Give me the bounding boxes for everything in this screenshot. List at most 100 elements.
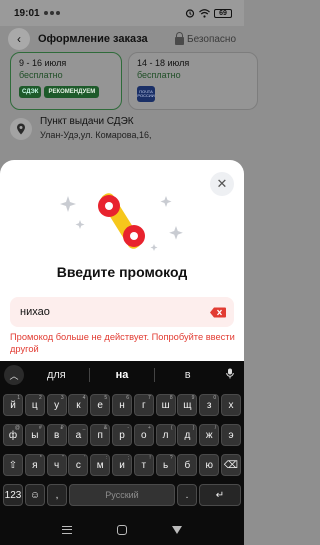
app-header: ‹ Оформление заказа Безопасно <box>0 26 244 52</box>
status-bar: 19:01 69 <box>0 0 244 26</box>
key-hint: @ <box>14 425 20 431</box>
symbols-key[interactable]: 123 <box>3 484 23 506</box>
key-hint: _ <box>82 425 86 431</box>
key[interactable]: е5 <box>90 394 111 416</box>
key[interactable]: л( <box>155 424 176 446</box>
key[interactable]: п & <box>90 424 111 446</box>
back-triangle-icon[interactable] <box>171 526 182 534</box>
microphone-icon[interactable] <box>220 368 240 382</box>
key[interactable]: ф @ <box>3 424 23 446</box>
key-label: е <box>97 399 103 411</box>
key[interactable]: в ₽ <box>46 424 67 446</box>
pickup-title: Пункт выдачи СДЭК <box>40 116 134 127</box>
wifi-icon <box>199 8 210 18</box>
promo-code-sheet: ✕ Введите промокод нихао Промокод больше… <box>0 160 244 361</box>
key-hint: 0 <box>213 395 217 401</box>
key[interactable]: и; <box>112 454 132 476</box>
period-key[interactable]: . <box>177 484 197 506</box>
key[interactable]: н6 <box>112 394 132 416</box>
suggestion-item[interactable]: в <box>155 369 220 381</box>
key-hint: : <box>105 455 108 461</box>
comma-key[interactable]: , <box>47 484 67 506</box>
key[interactable]: б <box>177 454 198 476</box>
back-button[interactable]: ‹ <box>8 28 30 50</box>
suggestion-item[interactable]: для <box>24 369 89 381</box>
map-pin-icon <box>10 118 32 140</box>
key-label: ы <box>31 429 39 441</box>
key-hint: 4 <box>82 395 86 401</box>
key[interactable]: д) <box>177 424 198 446</box>
chevron-up-icon[interactable]: ︿ <box>4 365 24 385</box>
key[interactable]: х <box>221 394 241 416</box>
key[interactable]: м: <box>90 454 111 476</box>
delivery-price: бесплатно <box>19 70 63 80</box>
clear-input-icon[interactable] <box>210 307 226 318</box>
key[interactable]: ю <box>199 454 220 476</box>
on-screen-keyboard: ︿ для на в 123 ☺ , Русский . ↵ й1ц2у3к4е… <box>0 361 244 515</box>
key-label: п <box>97 429 103 441</box>
key[interactable]: й1 <box>3 394 23 416</box>
key-label: щ <box>183 399 192 411</box>
key-hint: ( <box>170 425 173 431</box>
key[interactable]: о + <box>133 424 154 446</box>
key-hint: ' <box>84 455 86 461</box>
key[interactable]: т! <box>133 454 154 476</box>
key-hint: 6 <box>126 395 129 401</box>
key[interactable]: ч " <box>46 454 67 476</box>
key[interactable]: у3 <box>46 394 67 416</box>
promo-code-input[interactable]: нихао <box>10 297 234 327</box>
recent-apps-icon[interactable] <box>62 526 73 534</box>
key-hint: & <box>103 425 108 431</box>
pickup-point[interactable]: Пункт выдачи СДЭК Улан-Удэ,ул. Комарова,… <box>10 116 244 158</box>
recommended-badge: РЕКОМЕНДУЕМ <box>44 86 100 98</box>
key-label: л <box>162 429 169 441</box>
key-hint: ) <box>192 425 195 431</box>
key[interactable]: ш8 <box>155 394 176 416</box>
home-icon[interactable] <box>116 525 127 535</box>
key[interactable]: р- <box>112 424 132 446</box>
key-label: й <box>10 399 16 411</box>
key-label: р <box>119 429 125 441</box>
lock-icon <box>175 31 184 45</box>
key-label: ж <box>205 429 213 441</box>
key[interactable]: ь? <box>155 454 176 476</box>
key-label: ф <box>8 429 18 441</box>
system-nav-bar <box>0 515 244 545</box>
key[interactable]: ⌫ <box>221 454 241 476</box>
key[interactable]: ц2 <box>24 394 45 416</box>
key[interactable]: э <box>221 424 241 446</box>
key-hint: ; <box>127 455 129 461</box>
space-key[interactable]: Русский <box>69 484 175 506</box>
key-hint: - <box>127 425 129 431</box>
enter-key[interactable]: ↵ <box>199 484 241 506</box>
cdek-logo: СДЭК <box>19 86 42 98</box>
key-label: б <box>184 459 191 471</box>
key-hint: 2 <box>39 395 42 401</box>
delivery-option-post[interactable]: 14 - 18 июля бесплатно ПОЧТА РОССИИ <box>128 52 258 110</box>
key-label: ш <box>161 399 170 411</box>
key[interactable]: а _ <box>68 424 89 446</box>
page-title: Оформление заказа <box>38 33 148 45</box>
key-label: г <box>141 399 146 411</box>
key-label: и <box>119 459 125 471</box>
promo-error-message: Промокод больше не действует. Попробуйте… <box>10 332 235 354</box>
battery-icon: 69 <box>214 8 232 18</box>
key[interactable]: с ' <box>68 454 89 476</box>
suggestion-item[interactable]: на <box>90 369 155 381</box>
key[interactable]: я * <box>24 454 45 476</box>
close-button[interactable]: ✕ <box>210 172 234 196</box>
key[interactable]: ⇧ <box>3 454 23 476</box>
pickup-address: Улан-Удэ,ул. Комарова,16, <box>40 130 152 140</box>
key[interactable]: к4 <box>68 394 89 416</box>
delivery-option-cdek[interactable]: 9 - 16 июля бесплатно СДЭК РЕКОМЕНДУЕМ <box>10 52 122 110</box>
key[interactable]: щ9 <box>177 394 198 416</box>
emoji-key[interactable]: ☺ <box>25 484 45 506</box>
notification-dots-icon <box>43 11 60 15</box>
key[interactable]: з0 <box>199 394 220 416</box>
status-time: 19:01 <box>14 7 40 19</box>
key[interactable]: ы # <box>24 424 45 446</box>
key[interactable]: г7 <box>133 394 154 416</box>
key-label: м <box>96 459 104 471</box>
key-label: о <box>141 429 147 441</box>
key[interactable]: ж / <box>199 424 220 446</box>
